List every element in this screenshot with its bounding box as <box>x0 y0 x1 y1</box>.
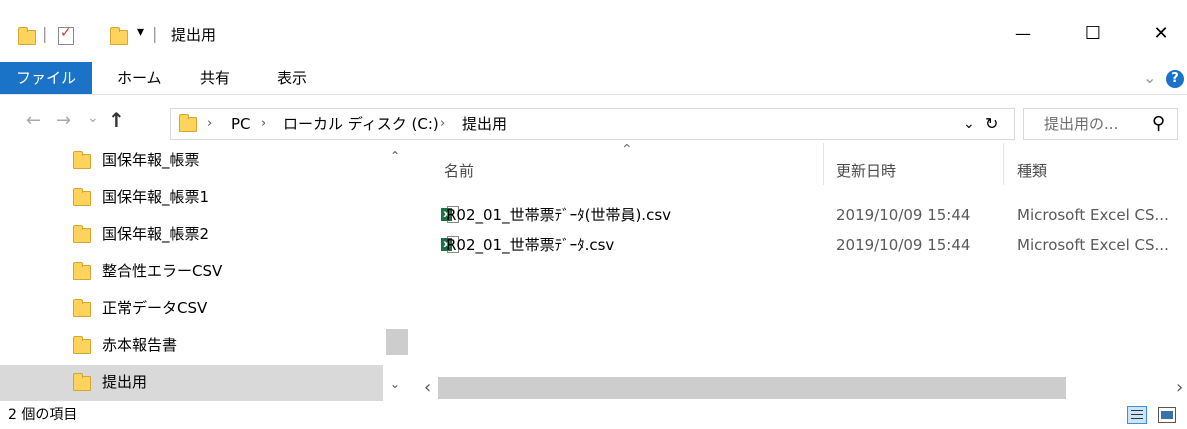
minimize-button[interactable]: — <box>1000 18 1046 48</box>
sidebar-item-label: 国保年報_帳票2 <box>102 225 210 243</box>
folder-icon <box>73 299 91 317</box>
sidebar-item-normal-data-csv[interactable]: 正常データCSV <box>0 291 383 326</box>
scrollbar-thumb[interactable] <box>386 329 408 355</box>
column-header-modified[interactable]: 更新日時 <box>836 143 896 185</box>
details-view-icon[interactable] <box>1127 406 1147 424</box>
folder-icon <box>73 262 91 280</box>
scrollbar-thumb[interactable] <box>438 377 1066 399</box>
file-type: Microsoft Excel CS... <box>1017 206 1169 224</box>
column-header-type[interactable]: 種類 <box>1017 143 1047 185</box>
address-dropdown-icon[interactable]: ⌄ <box>963 109 975 139</box>
search-input[interactable]: 提出用の... <box>1044 109 1118 139</box>
breadcrumb-pc[interactable]: PC <box>231 109 251 139</box>
folder-icon <box>73 188 91 206</box>
sidebar-item-kokuho-nenpo-chohyo2[interactable]: 国保年報_帳票2 <box>0 217 383 252</box>
sidebar-item-kokuho-nenpo-chohyo1[interactable]: 国保年報_帳票1 <box>0 180 383 215</box>
navigation-pane: 国保年報_帳票 国保年報_帳票1 国保年報_帳票2 整合性エラーCSV 正常デー… <box>0 143 383 401</box>
sidebar-item-label: 国保年報_帳票 <box>102 151 200 169</box>
back-button[interactable]: ← <box>26 110 41 131</box>
refresh-icon[interactable]: ↻ <box>985 109 998 139</box>
tab-home[interactable]: ホーム <box>117 62 162 94</box>
title-bar: | ✓ ▾ | 提出用 — ☐ ✕ <box>0 0 1187 62</box>
help-icon[interactable]: ? <box>1166 70 1184 88</box>
window-title: 提出用 <box>171 26 217 44</box>
ribbon-expand-icon[interactable]: ⌄ <box>1143 68 1156 87</box>
sidebar-item-akahon-report[interactable]: 赤本報告書 <box>0 328 383 363</box>
address-bar[interactable]: › PC › ローカル ディスク (C:) › 提出用 ⌄ ↻ <box>170 108 1015 140</box>
file-row[interactable]: x R02_01_世帯票ﾃﾞｰﾀ.csv 2019/10/09 15:44 Mi… <box>430 230 1187 260</box>
file-name: R02_01_世帯票ﾃﾞｰﾀ(世帯員).csv <box>446 206 672 224</box>
column-divider[interactable] <box>1003 143 1004 185</box>
title-divider: | <box>152 24 158 43</box>
tab-file[interactable]: ファイル <box>0 62 92 94</box>
sidebar-item-consistency-error-csv[interactable]: 整合性エラーCSV <box>0 254 383 289</box>
qat-divider: | <box>42 24 48 43</box>
sidebar-item-label: 正常データCSV <box>102 299 208 317</box>
breadcrumb-separator-icon[interactable]: › <box>440 109 445 139</box>
file-modified: 2019/10/09 15:44 <box>836 206 971 224</box>
folder-icon <box>73 373 91 391</box>
new-folder-icon[interactable] <box>110 27 128 45</box>
maximize-button[interactable]: ☐ <box>1070 18 1116 48</box>
breadcrumb-local-disk[interactable]: ローカル ディスク (C:) <box>283 109 439 139</box>
file-name: R02_01_世帯票ﾃﾞｰﾀ.csv <box>446 236 615 254</box>
up-button[interactable]: ↑ <box>108 108 125 132</box>
column-header-name[interactable]: 名前 <box>444 143 474 185</box>
large-icons-view-icon[interactable] <box>1158 407 1176 423</box>
tab-view[interactable]: 表示 <box>277 62 307 94</box>
folder-icon[interactable] <box>18 27 36 45</box>
item-count: 2 個の項目 <box>8 407 78 423</box>
tab-share[interactable]: 共有 <box>200 62 230 94</box>
folder-icon <box>73 225 91 243</box>
column-divider[interactable] <box>823 143 824 185</box>
sidebar-item-label: 提出用 <box>102 373 148 391</box>
sidebar-item-teishutsuyo[interactable]: 提出用 <box>0 365 383 401</box>
scroll-left-icon[interactable]: ‹ <box>424 377 431 398</box>
sidebar-item-label: 赤本報告書 <box>102 336 178 354</box>
sidebar-item-kokuho-nenpo-chohyo[interactable]: 国保年報_帳票 <box>0 143 383 178</box>
status-bar: 2 個の項目 <box>0 401 1187 429</box>
file-modified: 2019/10/09 15:44 <box>836 236 971 254</box>
scroll-right-icon[interactable]: › <box>1176 377 1183 398</box>
navigation-scrollbar[interactable]: ⌃ ⌄ <box>386 143 408 401</box>
recent-locations-icon[interactable]: ⌄ <box>87 110 99 126</box>
folder-icon <box>179 114 197 132</box>
sort-ascending-icon: ⌃ <box>621 142 633 158</box>
sidebar-item-label: 国保年報_帳票1 <box>102 188 210 206</box>
scroll-down-icon[interactable]: ⌄ <box>390 377 400 391</box>
close-button[interactable]: ✕ <box>1138 18 1184 48</box>
breadcrumb-separator-icon[interactable]: › <box>207 109 212 139</box>
file-type: Microsoft Excel CS... <box>1017 236 1169 254</box>
folder-icon <box>73 336 91 354</box>
qat-dropdown-icon[interactable]: ▾ <box>137 24 144 40</box>
horizontal-scrollbar[interactable]: ‹ › <box>416 375 1187 401</box>
forward-button[interactable]: → <box>56 110 71 131</box>
search-box[interactable]: 提出用の... ⚲ <box>1023 108 1178 140</box>
scroll-up-icon[interactable]: ⌃ <box>390 149 400 163</box>
folder-icon <box>73 151 91 169</box>
breadcrumb-current[interactable]: 提出用 <box>462 109 507 139</box>
properties-icon[interactable]: ✓ <box>58 25 74 45</box>
sidebar-item-label: 整合性エラーCSV <box>102 262 223 280</box>
file-row[interactable]: x R02_01_世帯票ﾃﾞｰﾀ(世帯員).csv 2019/10/09 15:… <box>430 200 1187 230</box>
ribbon-divider <box>0 94 1187 95</box>
search-icon[interactable]: ⚲ <box>1152 109 1165 139</box>
breadcrumb-separator-icon[interactable]: › <box>261 109 266 139</box>
